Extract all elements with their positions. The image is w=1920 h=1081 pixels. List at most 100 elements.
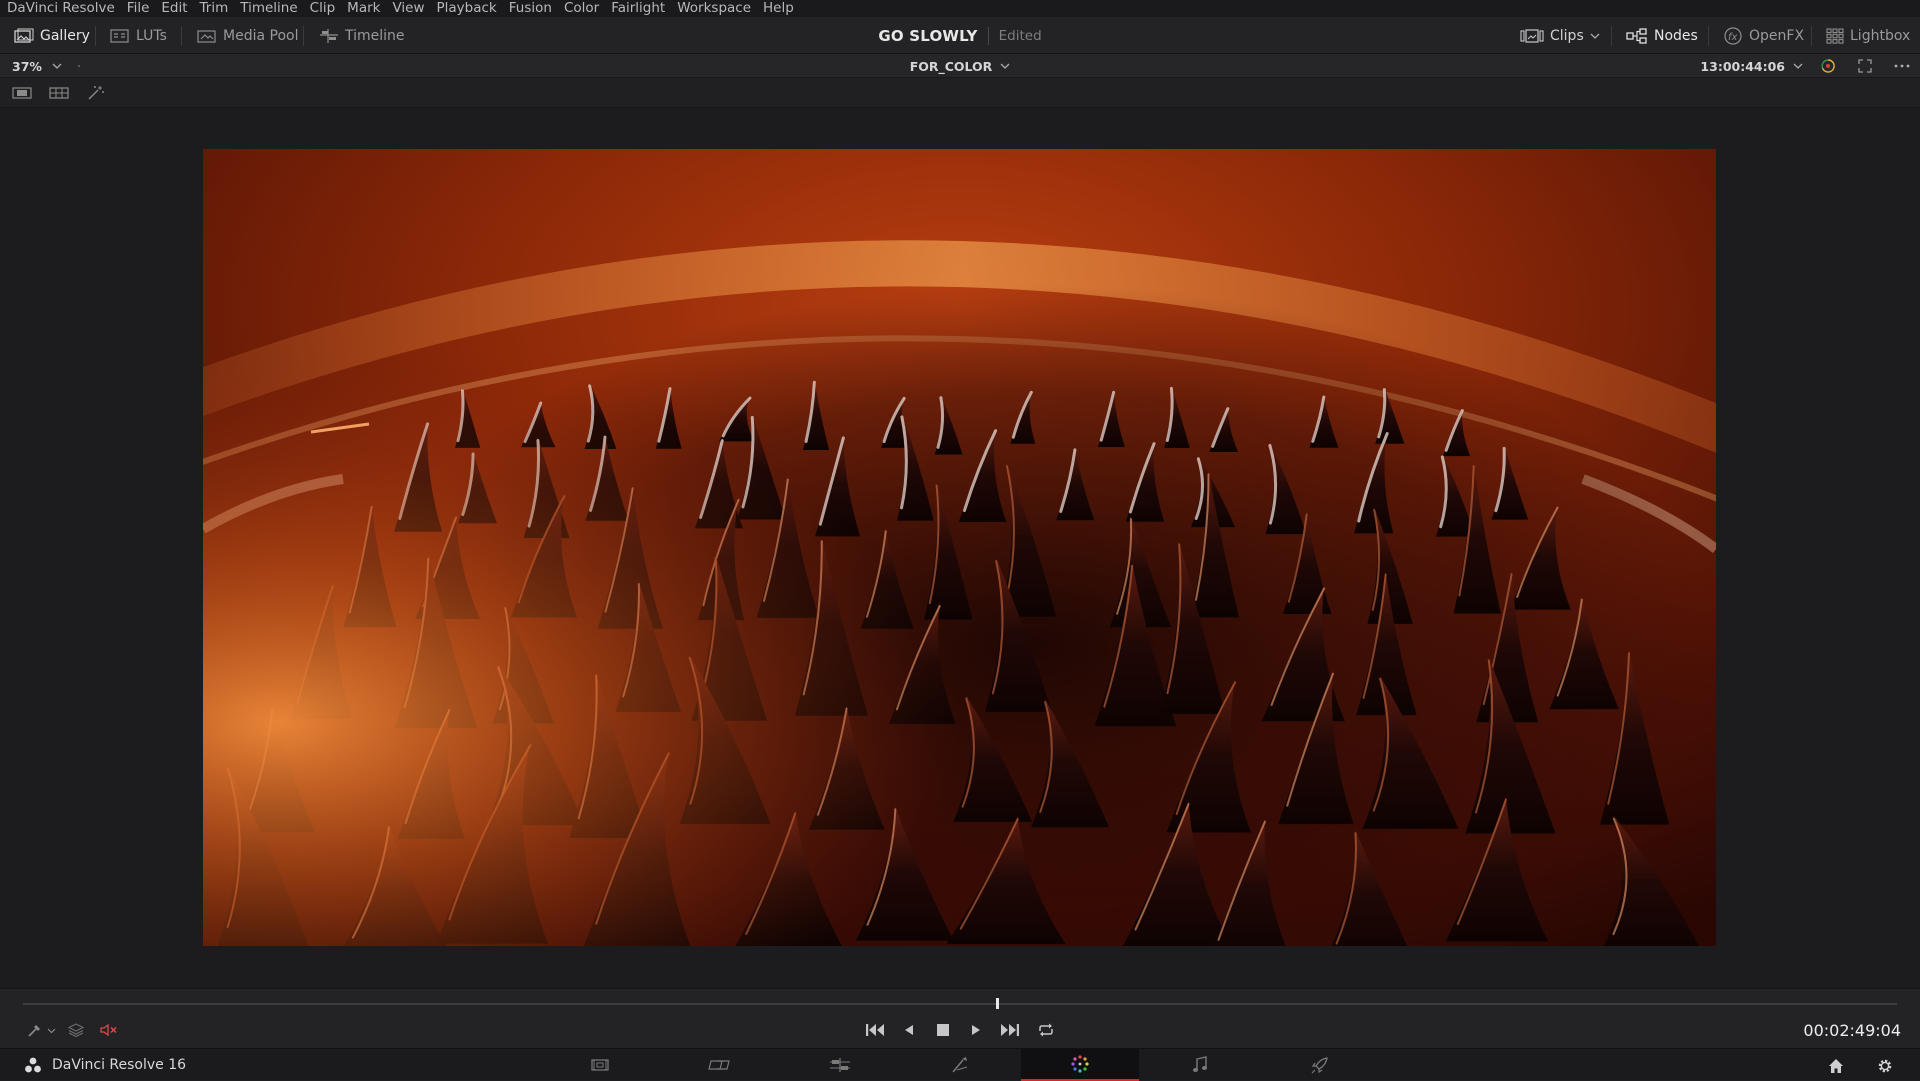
fairlight-page-button[interactable] <box>1141 1049 1259 1081</box>
menu-app[interactable]: DaVinci Resolve <box>0 0 121 17</box>
menu-file[interactable]: File <box>121 0 156 17</box>
toolbar-divider <box>181 26 182 46</box>
eyedropper-icon <box>27 1022 43 1038</box>
app-branding: DaVinci Resolve 16 <box>24 1049 186 1081</box>
fullscreen-icon[interactable] <box>1857 58 1873 74</box>
transport-bar: 00:02:49:04 <box>0 988 1920 1048</box>
nodes-label: Nodes <box>1654 27 1698 44</box>
menu-playback[interactable]: Playback <box>431 0 503 17</box>
menu-color[interactable]: Color <box>558 0 605 17</box>
playhead-timecode[interactable]: 00:02:49:04 <box>1803 1020 1901 1040</box>
highlight-mode-icon[interactable] <box>1820 58 1836 74</box>
timeline-label: Timeline <box>345 27 405 44</box>
deliver-page-button[interactable] <box>1261 1049 1379 1081</box>
menu-mark[interactable]: Mark <box>341 0 386 17</box>
chevron-down-icon <box>1793 62 1803 70</box>
media-pool-label: Media Pool <box>223 27 299 44</box>
gallery-label: Gallery <box>40 27 90 44</box>
nodes-icon <box>1626 27 1654 44</box>
go-to-start-icon[interactable] <box>864 1020 886 1040</box>
stop-icon[interactable] <box>935 1020 951 1040</box>
page-bar: DaVinci Resolve 16 <box>0 1048 1920 1081</box>
openfx-icon: fx <box>1723 26 1749 45</box>
lightbox-label: Lightbox <box>1850 27 1911 44</box>
gallery-button[interactable]: Gallery <box>14 17 90 54</box>
menu-view[interactable]: View <box>386 0 430 17</box>
openfx-button[interactable]: fx OpenFX <box>1723 17 1804 54</box>
davinci-logo-icon <box>24 1056 52 1074</box>
menu-bar: DaVinci Resolve File Edit Trim Timeline … <box>0 0 1920 17</box>
menu-edit[interactable]: Edit <box>155 0 193 17</box>
timeline-icon <box>319 28 345 44</box>
scrubber-track[interactable] <box>23 1003 1897 1005</box>
lightbox-button[interactable]: Lightbox <box>1826 17 1910 54</box>
fusion-page-icon <box>950 1056 970 1074</box>
menu-workspace[interactable]: Workspace <box>671 0 757 17</box>
luts-icon <box>110 28 136 44</box>
divider-dot <box>78 65 80 67</box>
video-frame[interactable] <box>203 149 1716 946</box>
project-title: GO SLOWLY <box>878 26 978 45</box>
fairlight-page-icon <box>1191 1056 1209 1074</box>
menu-clip[interactable]: Clip <box>304 0 342 17</box>
clips-button[interactable]: Clips <box>1520 17 1606 54</box>
magic-wand-icon[interactable] <box>86 85 106 101</box>
chevron-down-icon <box>1590 32 1606 40</box>
menu-help[interactable]: Help <box>757 0 800 17</box>
timeline-button[interactable]: Timeline <box>319 17 405 54</box>
timeline-name[interactable]: FOR_COLOR <box>910 59 993 74</box>
project-status: Edited <box>998 27 1042 44</box>
zoom-dropdown[interactable]: 37% <box>12 54 62 78</box>
toolbar-divider <box>1811 26 1812 46</box>
toolbar-divider <box>95 26 96 46</box>
menu-fusion[interactable]: Fusion <box>503 0 558 17</box>
toolbar-divider <box>1708 26 1709 46</box>
cut-page-icon <box>708 1057 732 1073</box>
viewer-timecode-dropdown[interactable]: 13:00:44:06 <box>1700 54 1803 78</box>
zoom-value: 37% <box>12 58 42 74</box>
chevron-down-icon <box>52 62 62 70</box>
go-to-end-icon[interactable] <box>999 1020 1021 1040</box>
edit-page-button[interactable] <box>781 1049 899 1081</box>
viewer-timecode: 13:00:44:06 <box>1700 58 1785 74</box>
nodes-button[interactable]: Nodes <box>1626 17 1698 54</box>
grid-view-icon[interactable] <box>49 85 69 101</box>
home-icon[interactable] <box>1827 1057 1845 1075</box>
viewer-header: 37% FOR_COLOR 13:00:44:06 <box>0 54 1920 78</box>
loop-icon[interactable] <box>1036 1020 1056 1040</box>
menu-timeline[interactable]: Timeline <box>234 0 303 17</box>
cut-page-button[interactable] <box>661 1049 779 1081</box>
svg-text:fx: fx <box>1728 32 1738 43</box>
chevron-down-icon[interactable] <box>1000 62 1010 70</box>
menu-trim[interactable]: Trim <box>194 0 235 17</box>
fusion-page-button[interactable] <box>901 1049 1019 1081</box>
single-viewer-icon[interactable] <box>12 85 32 101</box>
luts-button[interactable]: LUTs <box>110 17 167 54</box>
title-divider <box>987 26 989 45</box>
media-pool-button[interactable]: Media Pool <box>197 17 298 54</box>
luts-label: LUTs <box>136 27 167 44</box>
media-page-icon <box>590 1057 610 1073</box>
app-name-label: DaVinci Resolve 16 <box>52 1057 187 1073</box>
settings-gear-icon[interactable] <box>1876 1057 1894 1075</box>
layers-icon[interactable] <box>67 1020 85 1040</box>
media-page-button[interactable] <box>541 1049 659 1081</box>
top-toolbar: Gallery LUTs Media Pool Timeline GO SLOW… <box>0 17 1920 54</box>
clips-label: Clips <box>1550 27 1584 44</box>
menu-fairlight[interactable]: Fairlight <box>605 0 671 17</box>
media-pool-icon <box>197 28 223 44</box>
more-options-icon[interactable] <box>1893 58 1910 74</box>
play-reverse-icon[interactable] <box>902 1020 916 1040</box>
toolbar-divider <box>303 26 304 46</box>
viewer-tool-strip <box>0 78 1920 108</box>
toolbar-divider <box>1611 26 1612 46</box>
ferrofluid-image <box>203 149 1716 946</box>
mute-icon[interactable] <box>99 1020 119 1040</box>
playhead[interactable] <box>996 998 1000 1009</box>
eyedropper-dropdown[interactable] <box>24 1020 58 1040</box>
play-icon[interactable] <box>969 1020 983 1040</box>
color-page-icon <box>1070 1054 1090 1074</box>
clips-icon <box>1520 28 1550 44</box>
openfx-label: OpenFX <box>1749 27 1805 44</box>
color-page-button[interactable] <box>1021 1049 1139 1081</box>
